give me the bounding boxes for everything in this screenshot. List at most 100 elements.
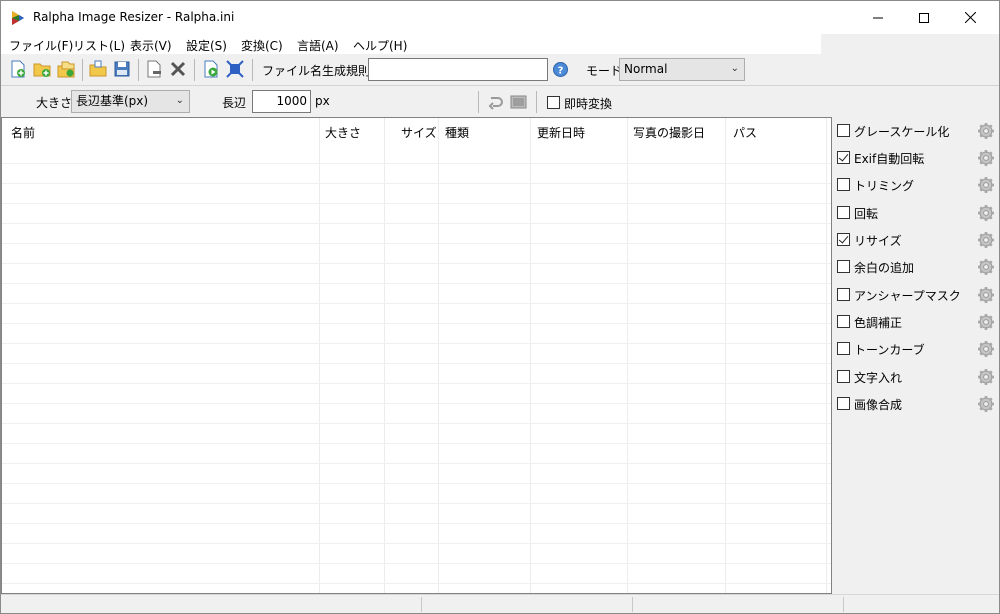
filter-checkbox[interactable]	[837, 233, 850, 246]
grid-line	[2, 283, 831, 284]
gear-icon[interactable]	[977, 204, 995, 222]
grid-line	[2, 403, 831, 404]
filter-checkbox[interactable]	[837, 288, 850, 301]
add-folder-icon[interactable]	[33, 60, 51, 78]
window-title: Ralpha Image Resizer - Ralpha.ini	[33, 10, 235, 24]
app-logo-icon	[12, 11, 24, 25]
filter-label: 色調補正	[854, 316, 903, 330]
add-subfolder-icon[interactable]	[57, 60, 75, 78]
filter-label: トリミング	[854, 179, 915, 193]
menu-convert[interactable]: 変換(C)	[241, 37, 283, 54]
mode-select[interactable]: Normal ⌄	[619, 58, 745, 81]
gear-icon[interactable]	[977, 149, 995, 167]
filter-panel: グレースケール化 Exif自動回転 トリミング 回転 リサイズ 余白の追加 アン…	[834, 117, 999, 594]
filter-item-resize[interactable]: リサイズ	[834, 229, 999, 251]
add-file-icon[interactable]	[9, 60, 27, 78]
gear-icon[interactable]	[977, 286, 995, 304]
grid-line	[2, 243, 831, 244]
main-toolbar: ファイル名生成規則 ? モード Normal ⌄	[1, 54, 999, 86]
minimize-icon	[873, 17, 883, 18]
filter-label: 文字入れ	[854, 371, 903, 385]
filter-checkbox[interactable]	[837, 178, 850, 191]
column-header-path[interactable]: パス	[733, 124, 757, 141]
grid-line	[2, 583, 831, 584]
grid-line	[2, 563, 831, 564]
gear-icon[interactable]	[977, 122, 995, 140]
filter-item-add-margin[interactable]: 余白の追加	[834, 256, 999, 278]
chevron-down-icon: ⌄	[175, 95, 184, 106]
filter-item-trimming[interactable]: トリミング	[834, 174, 999, 196]
gear-icon[interactable]	[977, 231, 995, 249]
instant-convert-label: 即時変換	[564, 97, 613, 111]
menu-view[interactable]: 表示(V)	[130, 37, 172, 54]
gear-icon[interactable]	[977, 340, 995, 358]
filter-checkbox[interactable]	[837, 124, 850, 137]
filter-checkbox[interactable]	[837, 397, 850, 410]
filter-checkbox[interactable]	[837, 260, 850, 273]
menu-list[interactable]: リスト(L)	[73, 37, 125, 54]
status-separator	[843, 597, 844, 612]
preview-image-icon[interactable]	[510, 94, 527, 110]
gear-icon[interactable]	[977, 368, 995, 386]
run-convert-icon[interactable]	[202, 60, 220, 78]
long-side-input[interactable]: 1000	[252, 90, 311, 113]
menu-file[interactable]: ファイル(F)	[9, 37, 73, 54]
column-header-size[interactable]: サイズ	[401, 124, 437, 141]
column-header-modified[interactable]: 更新日時	[537, 124, 585, 141]
filter-checkbox[interactable]	[837, 370, 850, 383]
undo-icon[interactable]	[487, 94, 503, 110]
column-header-dimensions[interactable]: 大きさ	[325, 124, 361, 141]
delete-icon[interactable]	[169, 60, 187, 78]
gear-icon[interactable]	[977, 313, 995, 331]
status-separator	[632, 597, 633, 612]
filter-item-grayscale[interactable]: グレースケール化	[834, 120, 999, 142]
grid-line	[2, 363, 831, 364]
toolbar-separator	[478, 91, 479, 113]
filter-item-color-correction[interactable]: 色調補正	[834, 311, 999, 333]
menu-language[interactable]: 言語(A)	[297, 37, 339, 54]
column-header-type[interactable]: 種類	[445, 124, 469, 141]
gear-icon[interactable]	[977, 176, 995, 194]
open-list-icon[interactable]	[89, 60, 107, 78]
filter-item-tone-curve[interactable]: トーンカーブ	[834, 338, 999, 360]
filter-checkbox[interactable]	[837, 206, 850, 219]
gear-icon[interactable]	[977, 258, 995, 276]
menu-help[interactable]: ヘルプ(H)	[353, 37, 407, 54]
filter-checkbox[interactable]	[837, 151, 850, 164]
close-icon	[964, 12, 976, 23]
filter-item-exif-rotate[interactable]: Exif自動回転	[834, 147, 999, 169]
close-button[interactable]	[947, 1, 993, 34]
filter-item-image-composite[interactable]: 画像合成	[834, 393, 999, 415]
menu-settings[interactable]: 設定(S)	[186, 37, 227, 54]
size-mode-value: 長辺基準(px)	[76, 94, 149, 108]
grid-line	[2, 343, 831, 344]
grid-line	[2, 383, 831, 384]
size-label: 大きさ	[36, 96, 73, 110]
filter-item-rotate[interactable]: 回転	[834, 202, 999, 224]
maximize-button[interactable]	[901, 1, 947, 34]
filter-item-text-insert[interactable]: 文字入れ	[834, 366, 999, 388]
grid-line	[2, 183, 831, 184]
filter-checkbox[interactable]	[837, 315, 850, 328]
filename-rule-input[interactable]	[368, 58, 548, 81]
filter-checkbox[interactable]	[837, 342, 850, 355]
size-mode-select[interactable]: 長辺基準(px) ⌄	[71, 90, 190, 113]
gear-icon[interactable]	[977, 395, 995, 413]
help-icon[interactable]: ?	[553, 62, 568, 77]
column-header-taken-date[interactable]: 写真の撮影日	[633, 124, 705, 141]
instant-convert-checkbox[interactable]	[547, 96, 560, 109]
toolbar-separator	[252, 59, 253, 81]
remove-file-icon[interactable]	[145, 60, 163, 78]
resize-fit-icon[interactable]	[226, 60, 244, 78]
column-header-name[interactable]: 名前	[11, 124, 35, 141]
filter-item-unsharp-mask[interactable]: アンシャープマスク	[834, 284, 999, 306]
save-list-icon[interactable]	[113, 60, 131, 78]
mode-label: モード	[586, 64, 623, 78]
title-bar: Ralpha Image Resizer - Ralpha.ini	[1, 1, 999, 34]
filename-rule-label: ファイル名生成規則	[262, 64, 371, 78]
file-list[interactable]: 名前 大きさ サイズ 種類 更新日時 写真の撮影日 パス	[1, 117, 832, 594]
grid-line	[2, 443, 831, 444]
filter-label: トーンカーブ	[854, 343, 925, 357]
minimize-button[interactable]	[855, 1, 901, 34]
menu-bar-strip	[821, 34, 999, 54]
